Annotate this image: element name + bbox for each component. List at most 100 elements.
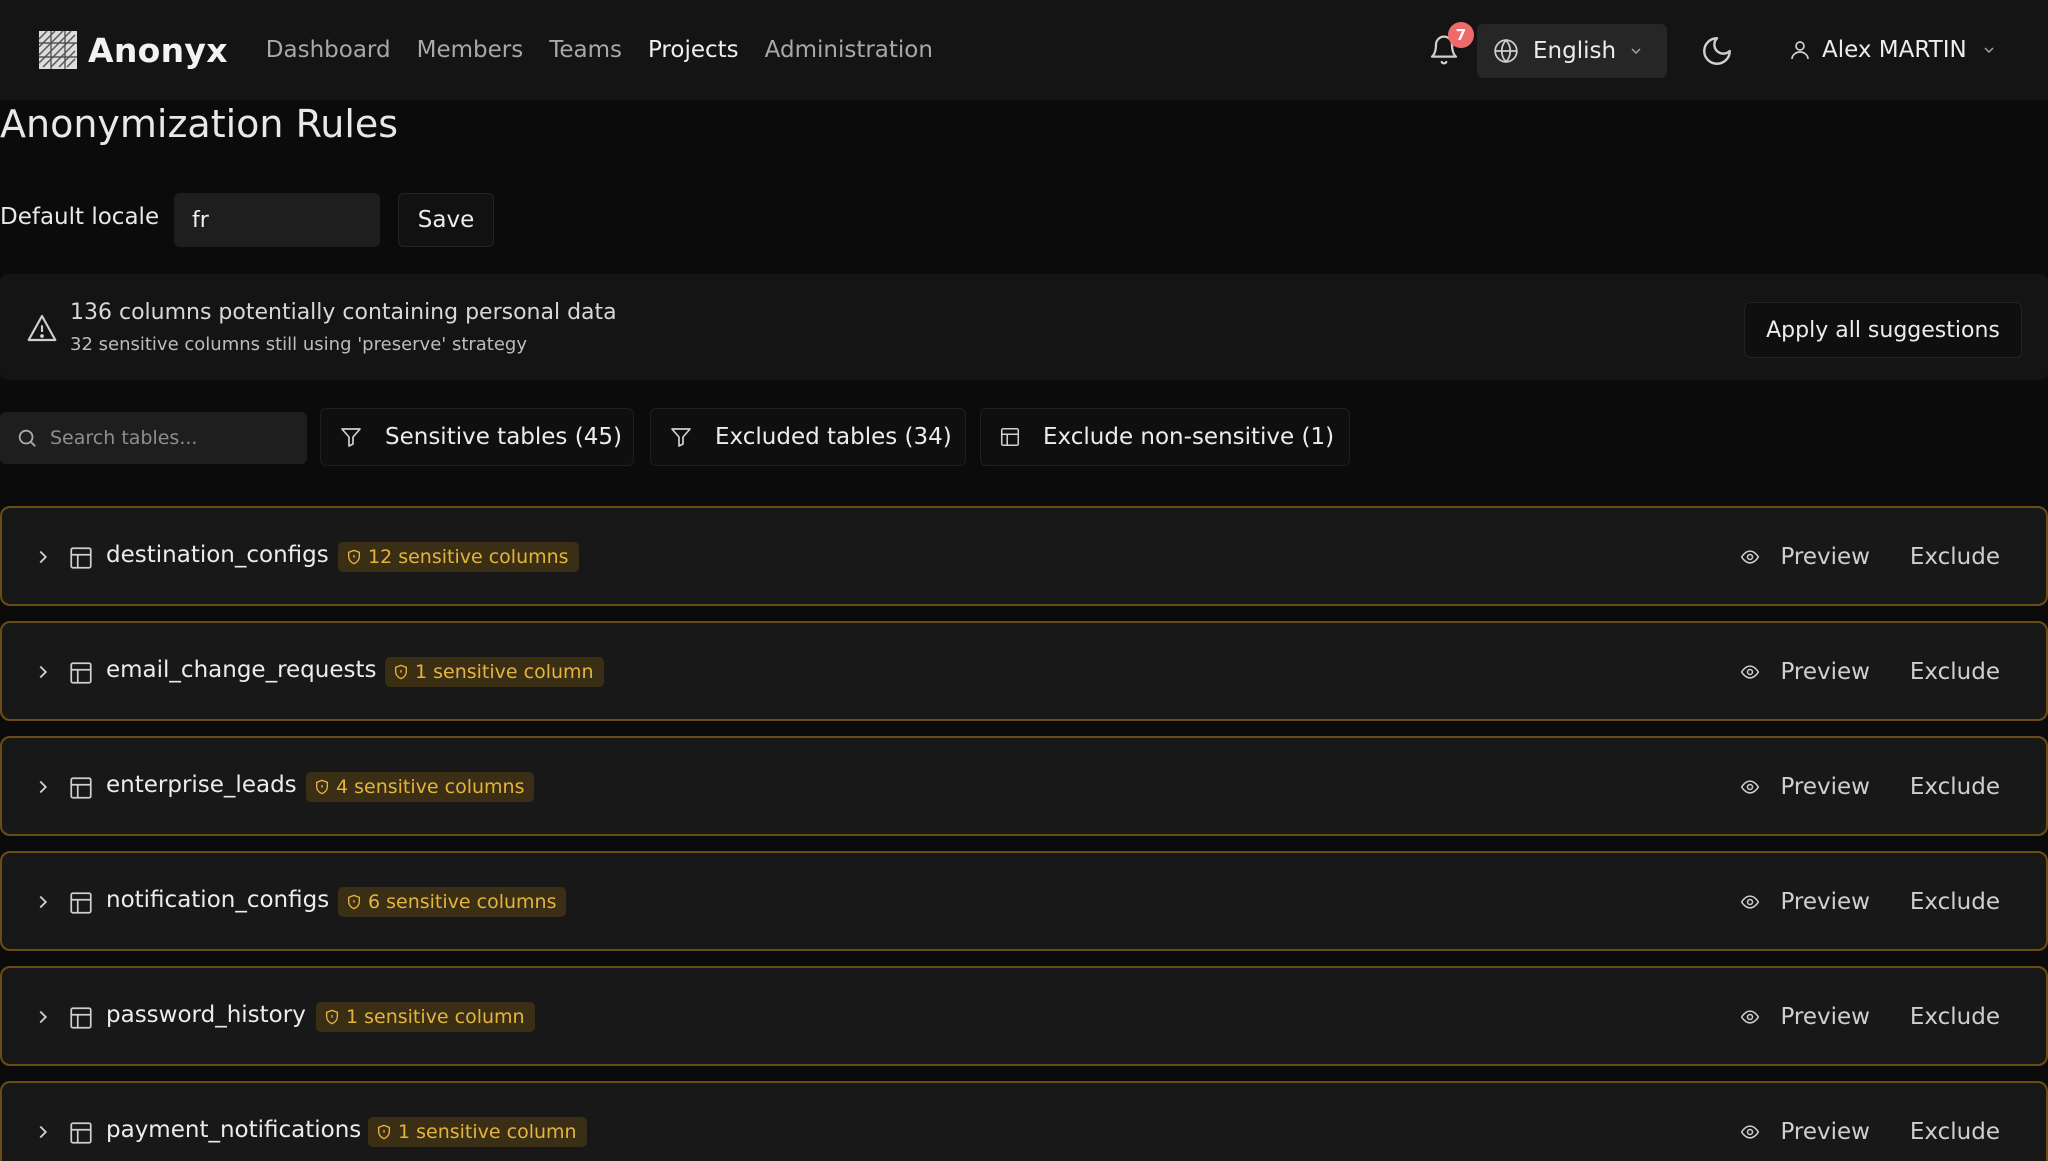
table-name: enterprise_leads [106, 772, 297, 798]
chevron-right-icon[interactable] [32, 1121, 54, 1143]
sensitive-badge: 1 sensitive column [385, 657, 604, 687]
preview-button[interactable]: Preview [1740, 998, 1870, 1036]
brand-name: Anonyx [88, 30, 228, 70]
alert-subtitle: 32 sensitive columns still using 'preser… [70, 334, 528, 355]
default-locale-input[interactable] [174, 193, 380, 247]
exclude-button[interactable]: Exclude [1910, 883, 2000, 921]
preview-button[interactable]: Preview [1740, 1113, 1870, 1151]
search-tables[interactable] [0, 412, 307, 464]
chevron-right-icon[interactable] [32, 1006, 54, 1028]
excluded-tables-filter[interactable]: Excluded tables (34) [650, 408, 966, 466]
exclude-button[interactable]: Exclude [1910, 998, 2000, 1036]
search-icon [18, 429, 36, 447]
notification-badge: 7 [1448, 22, 1474, 48]
table-icon [70, 1007, 92, 1029]
sensitive-badge: 12 sensitive columns [338, 542, 579, 572]
preview-label: Preview [1780, 544, 1870, 570]
filter-icon [671, 428, 691, 447]
exclude-non-sensitive-button[interactable]: Exclude non-sensitive (1) [980, 408, 1350, 466]
nav-projects[interactable]: Projects [648, 37, 739, 63]
preview-button[interactable]: Preview [1740, 768, 1870, 806]
sensitive-badge-label: 6 sensitive columns [368, 891, 557, 913]
chevron-right-icon[interactable] [32, 776, 54, 798]
warning-triangle-icon [27, 314, 57, 342]
eye-icon [1741, 895, 1760, 909]
sensitive-tables-label: Sensitive tables (45) [385, 424, 622, 450]
shield-icon [395, 664, 407, 680]
sensitive-badge-label: 1 sensitive column [398, 1121, 577, 1143]
sensitive-badge-label: 1 sensitive column [415, 661, 594, 683]
sensitive-tables-filter[interactable]: Sensitive tables (45) [320, 408, 634, 466]
preview-label: Preview [1780, 659, 1870, 685]
shield-icon [316, 779, 328, 795]
filter-icon [341, 428, 361, 447]
exclude-button[interactable]: Exclude [1910, 768, 2000, 806]
main-nav: Dashboard Members Teams Projects Adminis… [266, 37, 933, 63]
shield-icon [348, 549, 360, 565]
chevron-down-icon [1631, 48, 1641, 54]
nav-dashboard[interactable]: Dashboard [266, 37, 391, 63]
exclude-button[interactable]: Exclude [1910, 1113, 2000, 1151]
preview-label: Preview [1780, 774, 1870, 800]
table-icon [70, 892, 92, 914]
preview-label: Preview [1780, 889, 1870, 915]
nav-teams[interactable]: Teams [549, 37, 622, 63]
table-row[interactable]: destination_configs 12 sensitive columns… [0, 506, 2048, 606]
table-row[interactable]: password_history 1 sensitive column Prev… [0, 966, 2048, 1066]
nav-administration[interactable]: Administration [765, 37, 933, 63]
eye-icon [1741, 780, 1760, 794]
user-icon [1791, 41, 1809, 60]
chevron-right-icon[interactable] [32, 546, 54, 568]
brand-logo-icon [38, 30, 77, 69]
globe-icon [1494, 38, 1518, 64]
sensitive-badge-label: 12 sensitive columns [368, 546, 569, 568]
page-title: Anonymization Rules [0, 102, 399, 146]
exclude-non-sensitive-label: Exclude non-sensitive (1) [1043, 424, 1335, 450]
moon-icon[interactable] [1700, 34, 1734, 68]
preview-button[interactable]: Preview [1740, 883, 1870, 921]
sensitive-badge-label: 1 sensitive column [346, 1006, 525, 1028]
chevron-right-icon[interactable] [32, 891, 54, 913]
default-locale-label: Default locale [0, 204, 160, 230]
apply-all-suggestions-button[interactable]: Apply all suggestions [1744, 302, 2022, 358]
table-row[interactable]: payment_notifications 1 sensitive column… [0, 1081, 2048, 1161]
brand[interactable]: Anonyx [38, 30, 228, 70]
top-navbar: Anonyx Dashboard Members Teams Projects … [0, 0, 2048, 100]
language-label: English [1533, 38, 1617, 64]
language-selector[interactable]: English [1477, 24, 1667, 78]
preview-label: Preview [1780, 1004, 1870, 1030]
sensitive-badge-label: 4 sensitive columns [336, 776, 525, 798]
user-menu[interactable]: Alex MARTIN [1788, 28, 1997, 72]
eye-icon [1741, 1125, 1760, 1139]
save-button[interactable]: Save [398, 193, 494, 247]
excluded-tables-label: Excluded tables (34) [715, 424, 952, 450]
table-name: email_change_requests [106, 657, 377, 683]
table-row[interactable]: enterprise_leads 4 sensitive columns Pre… [0, 736, 2048, 836]
eye-icon [1741, 665, 1760, 679]
table-row[interactable]: email_change_requests 1 sensitive column… [0, 621, 2048, 721]
exclude-button[interactable]: Exclude [1910, 538, 2000, 576]
eye-icon [1741, 1010, 1760, 1024]
sensitive-badge: 1 sensitive column [316, 1002, 535, 1032]
search-input[interactable] [50, 427, 290, 449]
alert-title: 136 columns potentially containing perso… [70, 300, 617, 325]
exclude-button[interactable]: Exclude [1910, 653, 2000, 691]
preview-button[interactable]: Preview [1740, 653, 1870, 691]
table-name: destination_configs [106, 542, 329, 568]
preview-label: Preview [1780, 1119, 1870, 1145]
nav-members[interactable]: Members [417, 37, 524, 63]
table-icon [70, 662, 92, 684]
table-row[interactable]: notification_configs 6 sensitive columns… [0, 851, 2048, 951]
personal-data-alert: 136 columns potentially containing perso… [0, 274, 2048, 380]
shield-icon [326, 1009, 338, 1025]
preview-button[interactable]: Preview [1740, 538, 1870, 576]
chevron-right-icon[interactable] [32, 661, 54, 683]
table-name: password_history [106, 1002, 306, 1028]
sensitive-badge: 1 sensitive column [368, 1117, 587, 1147]
eye-icon [1741, 550, 1760, 564]
chevron-down-icon [1984, 47, 1994, 53]
shield-icon [378, 1124, 390, 1140]
shield-icon [348, 894, 360, 910]
table-name: notification_configs [106, 887, 330, 913]
sensitive-badge: 6 sensitive columns [338, 887, 567, 917]
